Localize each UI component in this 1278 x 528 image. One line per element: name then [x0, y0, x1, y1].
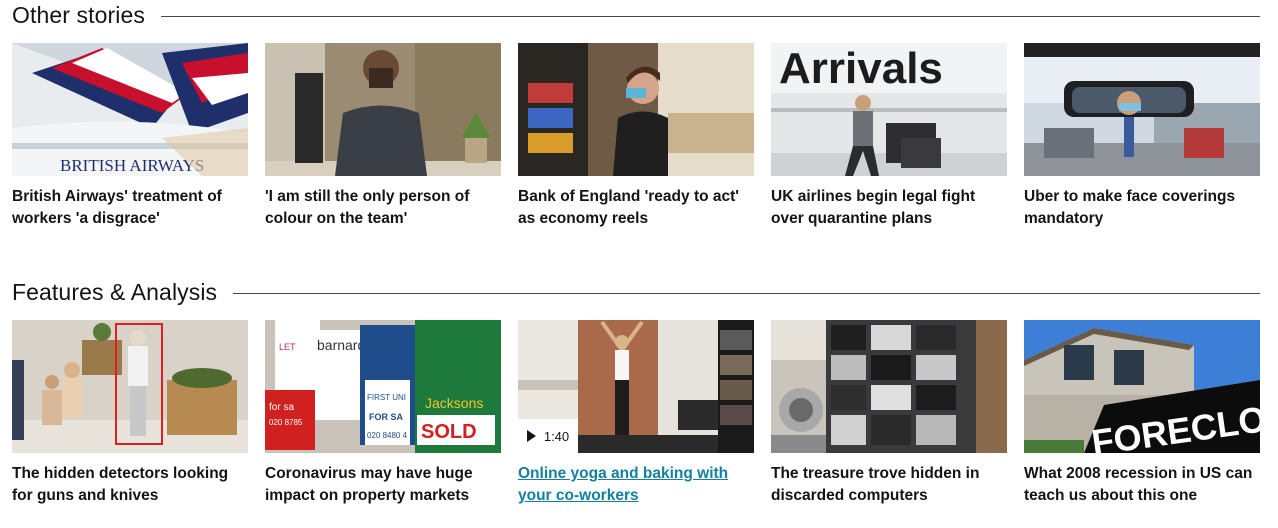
story-headline[interactable]: British Airways' treatment of workers 'a… — [12, 186, 248, 230]
other-stories-section: Other stories BRITISH AIRWAYS British Ai… — [12, 0, 1260, 227]
section-header: Features & Analysis — [12, 277, 1260, 307]
svg-text:SOLD: SOLD — [421, 421, 477, 443]
feature-card[interactable]: 1:40 Online yoga and baking with your co… — [518, 320, 754, 507]
feature-image[interactable] — [771, 320, 1007, 453]
story-headline[interactable]: Uber to make face coverings mandatory — [1024, 186, 1260, 230]
feature-headline[interactable]: What 2008 recession in US can teach us a… — [1024, 463, 1260, 507]
feature-card[interactable]: The hidden detectors looking for guns an… — [12, 320, 248, 507]
feature-headline[interactable]: Coronavirus may have huge impact on prop… — [265, 463, 501, 507]
feature-image[interactable]: 1:40 — [518, 320, 754, 453]
story-image[interactable]: Arrivals — [771, 43, 1007, 176]
feature-image[interactable] — [12, 320, 248, 453]
svg-text:for sa: for sa — [269, 402, 294, 413]
video-duration-badge[interactable]: 1:40 — [518, 419, 578, 453]
story-image[interactable] — [518, 43, 754, 176]
story-image[interactable] — [1024, 43, 1260, 176]
story-card[interactable]: 'I am still the only person of colour on… — [265, 43, 501, 230]
story-image[interactable]: BRITISH AIRWAYS — [12, 43, 248, 176]
play-icon — [526, 430, 536, 442]
story-card[interactable]: BRITISH AIRWAYS British Airways' treatme… — [12, 43, 248, 230]
feature-headline[interactable]: The hidden detectors looking for guns an… — [12, 463, 248, 507]
story-card[interactable]: Uber to make face coverings mandatory — [1024, 43, 1260, 230]
story-headline[interactable]: Bank of England 'ready to act' as econom… — [518, 186, 754, 230]
feature-grid: The hidden detectors looking for guns an… — [12, 320, 1260, 507]
svg-text:Jacksons: Jacksons — [425, 395, 483, 411]
feature-card[interactable]: FORECLOSURE What 2008 recession in US ca… — [1024, 320, 1260, 507]
feature-card[interactable]: LET barnard marcus FIRST UNI FOR SA 020 … — [265, 320, 501, 507]
section-title: Other stories — [12, 1, 145, 28]
section-divider — [160, 15, 1260, 17]
story-headline[interactable]: UK airlines begin legal fight over quara… — [771, 186, 1007, 230]
feature-headline[interactable]: The treasure trove hidden in discarded c… — [771, 463, 1007, 507]
section-title: Features & Analysis — [12, 278, 218, 305]
story-card[interactable]: Arrivals UK airlines begin legal fight o… — [771, 43, 1007, 230]
feature-image[interactable]: LET barnard marcus FIRST UNI FOR SA 020 … — [265, 320, 501, 453]
video-duration: 1:40 — [543, 428, 570, 444]
svg-text:BRITISH AIRWAYS: BRITISH AIRWAYS — [60, 156, 204, 175]
svg-text:Arrivals: Arrivals — [779, 44, 943, 93]
svg-text:LET: LET — [279, 342, 296, 352]
svg-text:020 8480 4: 020 8480 4 — [367, 431, 408, 440]
story-headline[interactable]: 'I am still the only person of colour on… — [265, 186, 501, 230]
section-divider — [233, 292, 1260, 294]
story-image[interactable] — [265, 43, 501, 176]
story-card[interactable]: Bank of England 'ready to act' as econom… — [518, 43, 754, 230]
svg-text:020 8785: 020 8785 — [269, 418, 303, 427]
story-grid: BRITISH AIRWAYS British Airways' treatme… — [12, 43, 1260, 230]
svg-text:FIRST UNI: FIRST UNI — [367, 393, 406, 402]
feature-headline-link[interactable]: Online yoga and baking with your co-work… — [518, 463, 754, 507]
feature-image[interactable]: FORECLOSURE — [1024, 320, 1260, 453]
features-analysis-section: Features & Analysis The hidden detectors… — [12, 277, 1260, 504]
section-header: Other stories — [12, 0, 1260, 30]
svg-text:FOR SA: FOR SA — [369, 412, 404, 422]
feature-card[interactable]: The treasure trove hidden in discarded c… — [771, 320, 1007, 507]
